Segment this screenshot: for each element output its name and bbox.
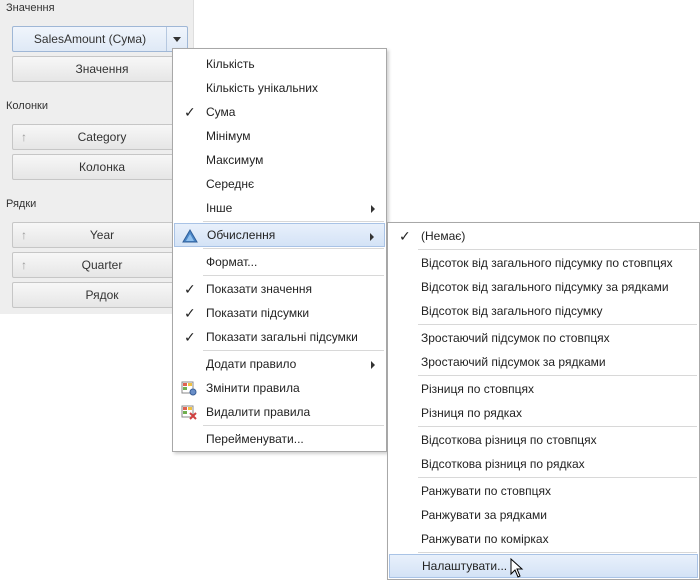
menu-item-calculations[interactable]: Обчислення [174,223,385,247]
checkmark-icon: ✓ [184,329,196,345]
menu-item-show-grand-totals[interactable]: ✓ Показати загальні підсумки [174,325,385,349]
menu-separator [203,275,384,276]
submenu-arrow-icon [370,233,374,241]
field-context-menu: Кількість Кількість унікальних ✓ Сума Мі… [172,48,387,452]
field-binding-panel: Значення SalesAmount (Сума) Значення Кол… [0,0,194,314]
menu-separator [418,477,697,478]
rows-drop-placeholder[interactable]: Рядок [12,282,192,308]
checkmark-icon: ✓ [184,305,196,321]
values-section-label: Значення [6,2,55,14]
edit-rules-icon [181,381,197,396]
rows-field-button-year[interactable]: ↑ Year [12,222,192,248]
sort-ascending-icon[interactable]: ↑ [21,125,27,149]
menu-item-show-totals[interactable]: ✓ Показати підсумки [174,301,385,325]
submenu-item-rank-cols[interactable]: Ранжувати по стовпцях [389,479,698,503]
submenu-item-running-cols[interactable]: Зростаючий підсумок по стовпцях [389,326,698,350]
values-drop-placeholder[interactable]: Значення [12,56,192,82]
checkmark-icon: ✓ [399,228,411,244]
menu-item-sum[interactable]: ✓ Сума [174,100,385,124]
rows-field-button-quarter[interactable]: ↑ Quarter [12,252,192,278]
submenu-item-rank-rows[interactable]: Ранжувати за рядками [389,503,698,527]
submenu-item-pct-col-total[interactable]: Відсоток від загального підсумку по стов… [389,251,698,275]
menu-separator [418,426,697,427]
values-field-button[interactable]: SalesAmount (Сума) [12,26,188,52]
rows-field-label-quarter: Quarter [81,258,123,272]
menu-separator [203,425,384,426]
menu-separator [418,249,697,250]
menu-item-average[interactable]: Середнє [174,172,385,196]
submenu-item-none[interactable]: ✓ (Немає) [389,224,698,248]
submenu-item-customize[interactable]: Налаштувати... [389,554,698,578]
submenu-item-pct-row-total[interactable]: Відсоток від загального підсумку за рядк… [389,275,698,299]
menu-separator [418,324,697,325]
rows-section-label: Рядки [6,198,37,210]
menu-item-add-rule[interactable]: Додати правило [174,352,385,376]
menu-separator [203,350,384,351]
submenu-item-diff-cols[interactable]: Різниця по стовпцях [389,377,698,401]
mouse-pointer-icon [510,558,524,578]
rows-field-label-year: Year [89,228,115,242]
columns-section-label: Колонки [6,100,48,112]
menu-item-distinct-count[interactable]: Кількість унікальних [174,76,385,100]
menu-separator [203,221,384,222]
submenu-item-diff-rows[interactable]: Різниця по рядках [389,401,698,425]
submenu-item-pct-diff-rows[interactable]: Відсоткова різниця по рядках [389,452,698,476]
submenu-item-pct-grand-total[interactable]: Відсоток від загального підсумку [389,299,698,323]
menu-separator [418,552,697,553]
columns-field-label: Category [77,130,127,144]
sort-ascending-icon[interactable]: ↑ [21,253,27,277]
menu-item-edit-rules[interactable]: Змінити правила [174,376,385,400]
checkmark-icon: ✓ [184,281,196,297]
calculations-submenu: ✓ (Немає) Відсоток від загального підсум… [387,222,700,580]
sort-ascending-icon[interactable]: ↑ [21,223,27,247]
menu-item-delete-rules[interactable]: Видалити правила [174,400,385,424]
calculation-icon [182,229,198,243]
menu-item-count[interactable]: Кількість [174,52,385,76]
submenu-item-pct-diff-cols[interactable]: Відсоткова різниця по стовпцях [389,428,698,452]
checkmark-icon: ✓ [184,104,196,120]
submenu-arrow-icon [371,205,375,213]
submenu-arrow-icon [371,361,375,369]
menu-separator [203,248,384,249]
menu-item-rename[interactable]: Перейменувати... [174,427,385,451]
menu-item-show-values[interactable]: ✓ Показати значення [174,277,385,301]
submenu-item-running-rows[interactable]: Зростаючий підсумок за рядками [389,350,698,374]
columns-drop-placeholder[interactable]: Колонка [12,154,192,180]
menu-separator [418,375,697,376]
submenu-item-rank-cells[interactable]: Ранжувати по комірках [389,527,698,551]
delete-rules-icon [181,405,197,420]
menu-item-other[interactable]: Інше [174,196,385,220]
columns-field-button[interactable]: ↑ Category [12,124,192,150]
values-field-label: SalesAmount (Сума) [33,32,147,46]
menu-item-min[interactable]: Мінімум [174,124,385,148]
menu-item-max[interactable]: Максимум [174,148,385,172]
menu-item-format[interactable]: Формат... [174,250,385,274]
